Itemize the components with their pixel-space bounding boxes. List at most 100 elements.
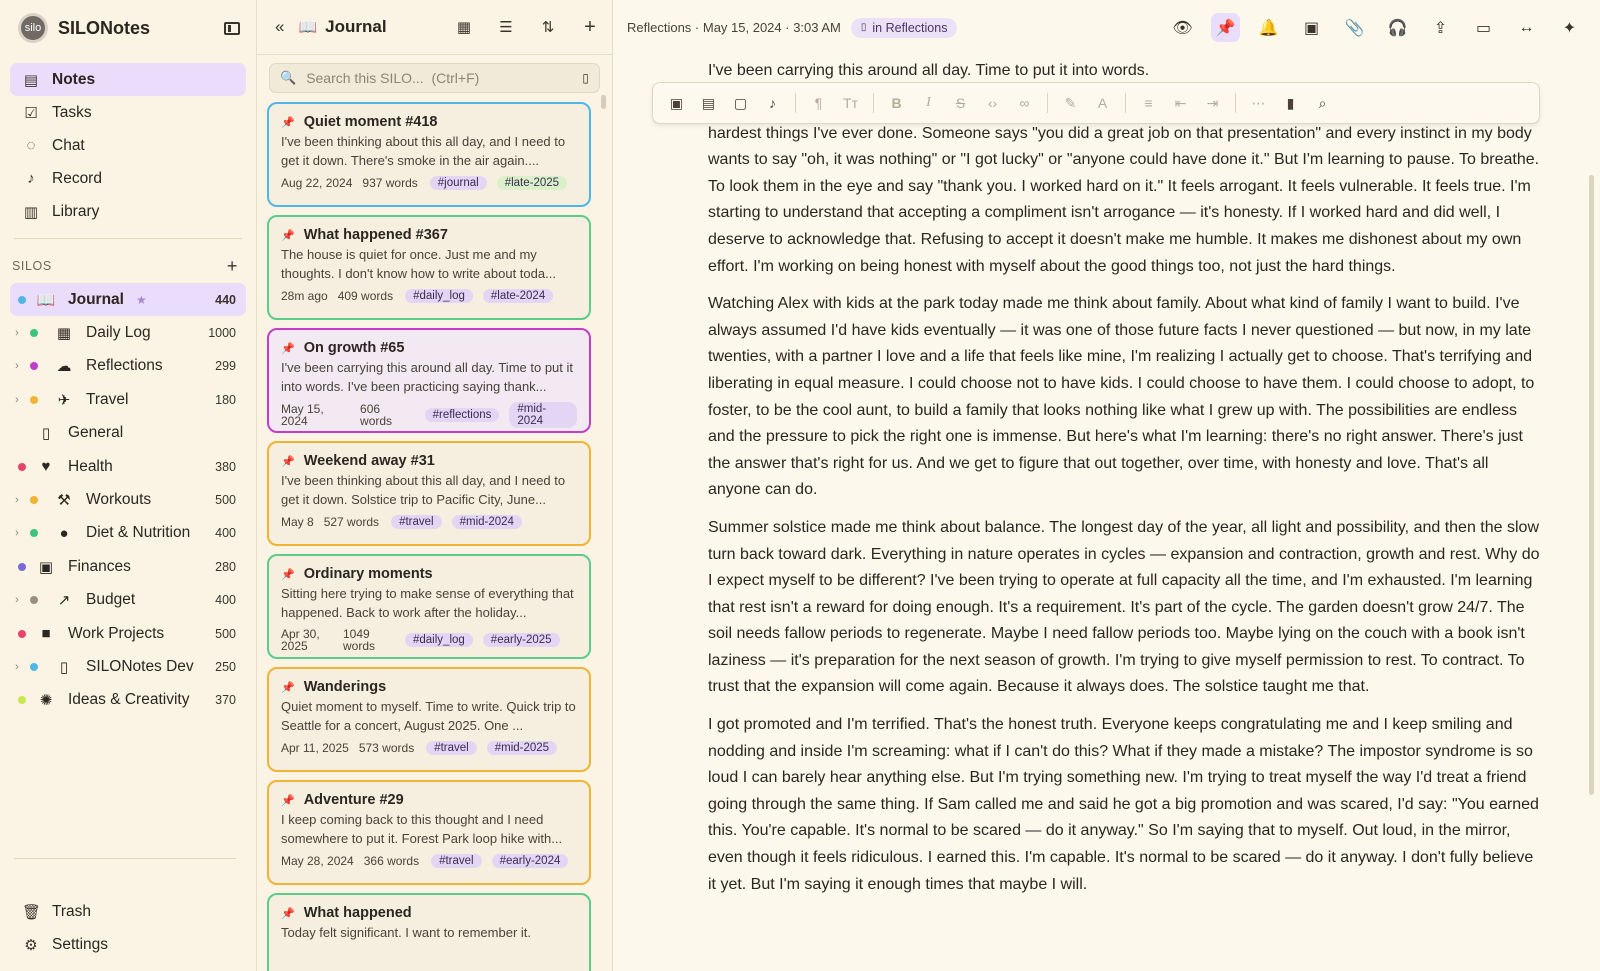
note-card[interactable]: 📌 Quiet moment #418 I've been thinking abo… [267,102,591,207]
collapse-list-icon[interactable]: « [275,17,284,37]
layout-icon[interactable]: ▦ [454,18,474,36]
chevron-right-icon[interactable]: › [10,527,24,539]
silo-color-dot [18,562,26,571]
nav-item-trash[interactable]: 🗑 Trash [10,895,246,928]
insert-image-icon[interactable]: ▣ [667,95,686,112]
silo-badge[interactable]: ▯ in Reflections [850,17,958,38]
view-rows-icon[interactable]: ☰ [496,18,516,36]
editor-scrollbar[interactable] [1589,175,1594,795]
list-scrollbar[interactable] [601,95,606,109]
silo-item[interactable]: › ▦ Daily Log 1000 [10,316,246,349]
find-replace-icon[interactable]: ⌕ [1313,95,1332,112]
chevron-right-icon[interactable]: › [10,327,24,339]
indent-icon[interactable]: ⇥ [1203,95,1222,112]
tag-chip[interactable]: #early-2024 [491,854,569,868]
code-icon[interactable]: ‹› [983,95,1002,111]
nav-item-label: Settings [52,935,109,953]
nav-item-tasks[interactable]: ☑ Tasks [10,96,246,129]
silo-item[interactable]: ■ Work Projects 500 [10,617,246,650]
microphone-icon[interactable]: ♪ [763,95,782,111]
bold-icon[interactable]: B [887,95,906,111]
tag-chip[interactable]: #travel [426,741,477,755]
tag-chip[interactable]: #mid-2025 [486,741,558,755]
tag-chip[interactable]: #daily_log [405,289,473,303]
highlighter-icon[interactable]: ✎ [1061,95,1080,112]
note-title-text: What happened #367 [303,227,448,243]
tag-chip[interactable]: #mid-2024 [451,515,522,529]
silo-item[interactable]: › ⚒ Workouts 500 [10,483,246,516]
collapse-sidebar-icon[interactable] [224,21,240,35]
search-input[interactable] [306,70,583,86]
silo-item[interactable]: › ✈ Travel 180 [10,383,246,416]
tag-chip[interactable]: #travel [431,854,482,868]
silo-label: Journal [68,290,124,308]
link-icon[interactable]: ∞ [1015,95,1034,111]
note-filter-icon[interactable]: ▯ [582,71,589,85]
note-content[interactable]: I've been carrying this around all day. … [708,58,1543,909]
more-options-icon[interactable]: ⋯ [1249,95,1268,112]
bookmark-icon[interactable]: ▮ [1281,95,1300,112]
sort-icon[interactable]: ⇅ [538,18,558,36]
nav-item-notes[interactable]: ▤ Notes [10,63,246,96]
note-card[interactable]: 📌 Adventure #29 I keep coming back to this… [267,780,591,885]
nav-item-chat[interactable]: ◌ Chat [10,129,246,162]
chevron-right-icon[interactable]: › [10,394,24,406]
silo-item[interactable]: › ↗ Budget 400 [10,584,246,617]
outdent-icon[interactable]: ⇤ [1171,95,1190,112]
silo-item[interactable]: ♥ Health 380 [10,450,246,483]
tag-chip[interactable]: #late-2024 [482,289,554,303]
eye-icon[interactable]: 👁 [1168,13,1197,42]
embed-icon[interactable]: ▢ [731,95,750,112]
tag-chip[interactable]: #journal [429,176,487,190]
note-date: 28m ago [281,289,328,303]
silo-item[interactable]: › ☁ Reflections 299 [10,350,246,383]
tag-chip[interactable]: #mid-2024 [509,402,577,428]
silo-item[interactable]: ▯ General [10,417,246,450]
chevron-right-icon[interactable]: › [10,360,24,372]
text-color-icon[interactable]: A [1093,95,1112,111]
align-icon[interactable]: ≡ [1139,95,1158,111]
image-add-icon[interactable]: ▣ [1297,13,1326,42]
paragraph-icon[interactable]: ¶ [809,95,828,111]
italic-icon[interactable]: I [919,95,938,111]
headphones-icon[interactable]: 🎧 [1383,13,1412,42]
silo-item[interactable]: ▣ Finances 280 [10,550,246,583]
pin-icon[interactable]: 📌 [1211,13,1240,42]
note-card[interactable]: 📌 On growth #65 I've been carrying this ar… [267,328,591,433]
tag-chip[interactable]: #early-2025 [482,633,560,647]
bell-icon[interactable]: 🔔 [1254,13,1283,42]
strikethrough-icon[interactable]: S [951,95,970,111]
sparkle-icon[interactable]: ✦ [1555,13,1584,42]
note-card[interactable]: 📌 Ordinary moments Sitting here trying to … [267,554,591,659]
note-card[interactable]: 📌 Wanderings Quiet moment to myself. Time … [267,667,591,772]
tag-chip[interactable]: #reflections [424,408,500,422]
add-silo-icon[interactable]: + [227,256,238,277]
tag-chip[interactable]: #daily_log [405,633,473,647]
chevron-right-icon[interactable]: › [10,594,24,606]
silo-count: 500 [215,626,236,641]
note-card[interactable]: 📌 What happened #367 The house is quiet fo… [267,215,591,320]
nav-item-library[interactable]: ▥ Library [10,195,246,228]
share-icon[interactable]: ⇪ [1426,13,1455,42]
tag-chip[interactable]: #late-2025 [496,176,568,190]
nav-item-settings[interactable]: ⚙ Settings [10,928,246,961]
insert-file-icon[interactable]: ▤ [699,95,718,112]
note-card[interactable]: 📌 What happened Today felt significant. I … [267,893,591,971]
silo-item[interactable]: 📖 Journal ★ 440 [10,283,246,317]
silo-item[interactable]: › ● Diet & Nutrition 400 [10,517,246,550]
paragraph: hardest things I've ever done. Someone s… [708,124,1540,275]
tag-chip[interactable]: #travel [391,515,442,529]
text-size-icon[interactable]: Tт [841,95,860,111]
silo-item[interactable]: ✺ Ideas & Creativity 370 [10,684,246,717]
silo-label: Health [68,457,113,475]
silo-item[interactable]: › ▯ SILONotes Dev 250 [10,650,246,683]
chevron-right-icon[interactable]: › [10,661,24,673]
star-icon[interactable]: ★ [136,293,147,307]
note-card[interactable]: 📌 Weekend away #31 I've been thinking abou… [267,441,591,546]
add-note-icon[interactable]: + [580,16,600,39]
fit-width-icon[interactable]: ↔ [1512,13,1541,42]
chevron-right-icon[interactable]: › [10,494,24,506]
folder-move-icon[interactable]: ▭ [1469,13,1498,42]
nav-item-record[interactable]: ♪ Record [10,162,246,195]
paperclip-icon[interactable]: 📎 [1340,13,1369,42]
